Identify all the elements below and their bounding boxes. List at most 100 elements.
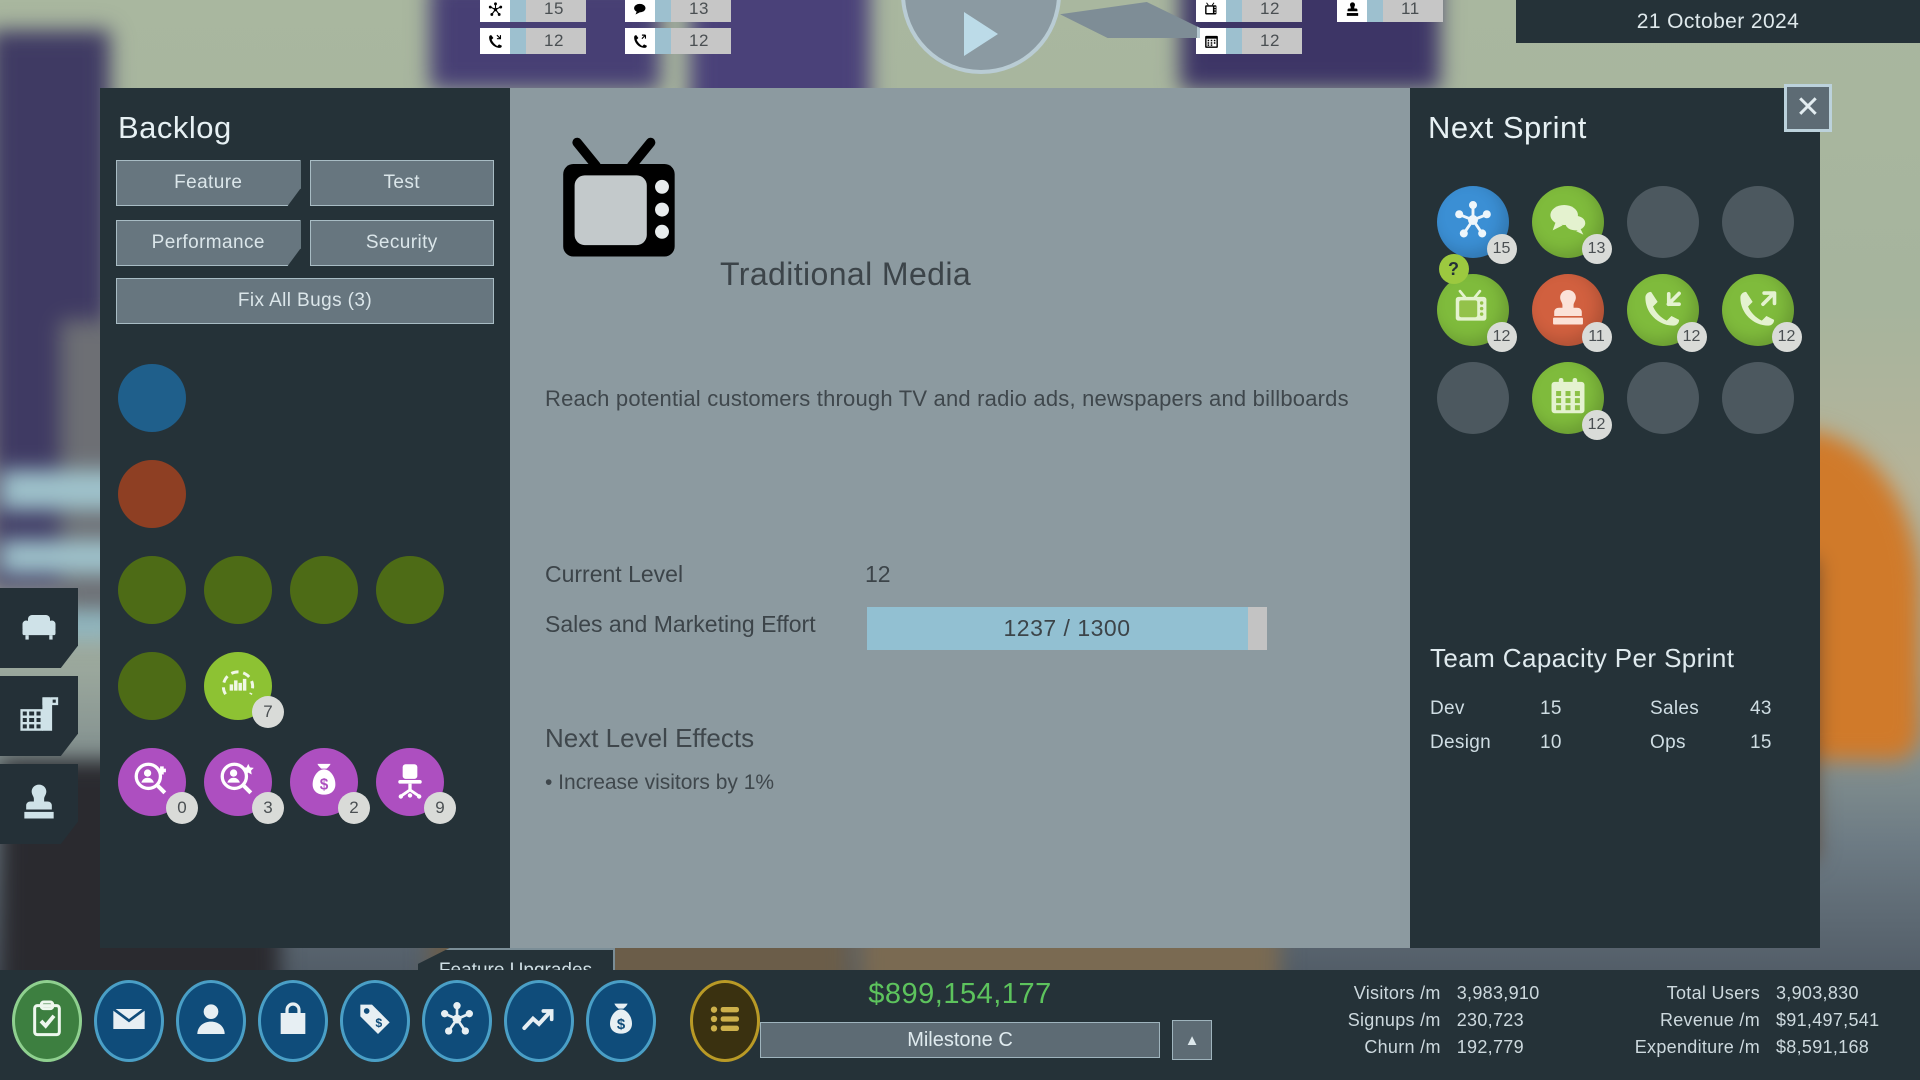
svg-text:$: $ [617, 1016, 626, 1033]
sprint-slot-empty[interactable] [1721, 362, 1794, 434]
sprint-slot-empty[interactable] [1626, 186, 1699, 258]
top-counter-phone-in[interactable]: 12 [480, 28, 586, 54]
counter-value: 13 [671, 0, 731, 22]
capacity-label: Design [1430, 732, 1491, 753]
backlog-item-task[interactable] [118, 652, 186, 720]
sprint-slot-empty[interactable] [1626, 362, 1699, 434]
money-bag-icon: $ [601, 999, 641, 1044]
metric-label: Signups /m [1347, 1010, 1441, 1030]
next-sprint-title: Next Sprint [1428, 110, 1587, 145]
backlog-button-row-3: Fix All Bugs (3) [100, 266, 510, 324]
backlog-row: 7 [118, 652, 510, 728]
speed-indicator[interactable] [1060, 2, 1200, 38]
backlog-row-purple: 0 3 $ 2 9 [118, 748, 510, 824]
chip-accent [510, 28, 526, 54]
top-counter-calendar[interactable]: 12 [1196, 28, 1302, 54]
backlog-item-task[interactable] [290, 556, 358, 624]
capacity-row: Dev 15 Sales 43 [1430, 692, 1800, 726]
item-count-badge: 7 [252, 696, 284, 728]
metric-label: Revenue /m [1659, 1010, 1760, 1030]
team-capacity-section: Team Capacity Per Sprint Dev 15 Sales 43… [1430, 643, 1800, 760]
sprint-slot-grid: 15 13 ? 12 11 12 12 12 [1410, 146, 1820, 440]
top-counter-tv[interactable]: 12 [1196, 0, 1302, 22]
counter-value: 12 [1242, 28, 1302, 54]
effort-progress-text: 1237 / 1300 [1003, 615, 1131, 641]
top-counter-chat[interactable]: 13 [625, 0, 731, 22]
backlog-item-bug[interactable] [118, 460, 186, 528]
fix-all-bugs-button[interactable]: Fix All Bugs (3) [116, 278, 494, 324]
sprint-slot-empty[interactable] [1436, 362, 1509, 434]
shopping-bag-icon [273, 999, 313, 1044]
question-mark-icon: ? [1438, 254, 1469, 284]
milestone-expand-button[interactable]: ▲ [1172, 1020, 1212, 1060]
backlog-item-task[interactable] [118, 556, 186, 624]
metrics-area: Visitors /m 3,983,910 Signups /m 230,723… [1348, 980, 1896, 1061]
stamp-icon [1337, 0, 1367, 22]
sprint-slot-chat[interactable]: 13 [1531, 186, 1612, 264]
top-counter-phone-out[interactable]: 12 [625, 28, 731, 54]
item-count-badge: 9 [424, 792, 456, 824]
backlog-item-workspace[interactable]: 9 [376, 748, 456, 824]
close-icon[interactable]: ✕ [1784, 84, 1832, 132]
counter-value: 15 [526, 0, 586, 22]
backlog-item-task[interactable] [204, 556, 272, 624]
effort-progress-bar: 1237 / 1300 [867, 607, 1267, 650]
staff-tab[interactable] [0, 764, 78, 844]
menu-button[interactable] [690, 980, 760, 1062]
sprint-slot-staff[interactable]: 11 [1531, 274, 1612, 352]
top-counter-staff[interactable]: 11 [1337, 0, 1443, 22]
backlog-item-talent[interactable]: 3 [204, 748, 284, 824]
slot-count-badge: 15 [1486, 234, 1517, 264]
sprint-slot-network[interactable]: 15 [1436, 186, 1517, 264]
backlog-row [118, 460, 510, 528]
lounge-tab[interactable] [0, 588, 78, 668]
products-button[interactable] [258, 980, 328, 1062]
top-counter-network[interactable]: 15 [480, 0, 586, 22]
slot-count-badge: 11 [1581, 322, 1612, 352]
person-stamp-icon [17, 780, 61, 829]
chip-accent [1226, 0, 1242, 22]
chip-accent [655, 0, 671, 22]
counter-value: 11 [1383, 0, 1443, 22]
metric-label: Total Users [1666, 983, 1760, 1003]
milestone-bar[interactable]: Milestone C [760, 1022, 1160, 1058]
capacity-label: Ops [1650, 732, 1686, 753]
sprint-slot-phone-out[interactable]: 12 [1721, 274, 1802, 352]
backlog-item-salary[interactable]: $ 2 [290, 748, 370, 824]
sprint-slot-phone-in[interactable]: 12 [1626, 274, 1707, 352]
add-performance-button[interactable]: Performance [116, 220, 301, 266]
backlog-item-analytics[interactable]: 7 [204, 652, 284, 728]
pricing-button[interactable]: $ [340, 980, 410, 1062]
phone-outgoing-icon [625, 28, 655, 54]
sprint-slot-calendar[interactable]: 12 [1531, 362, 1612, 440]
backlog-button-row-1: Feature Test [100, 146, 510, 206]
sprint-slot-empty[interactable] [1721, 186, 1794, 258]
finance-button[interactable]: $ [586, 980, 656, 1062]
next-level-effects-list: • Increase visitors by 1% [545, 771, 774, 795]
current-level-value: 12 [865, 561, 891, 587]
add-feature-button[interactable]: Feature [116, 160, 301, 206]
sprint-slot-tv[interactable]: ? 12 [1436, 254, 1517, 352]
metric-row: Visitors /m 3,983,910 [1348, 980, 1577, 1007]
office-tab[interactable] [0, 676, 78, 756]
metric-value: 230,723 [1456, 1010, 1524, 1030]
metric-value: $91,497,541 [1776, 1010, 1880, 1030]
backlog-item-recruit[interactable]: 0 [118, 748, 198, 824]
marketing-button[interactable] [422, 980, 492, 1062]
metric-value: 192,779 [1456, 1037, 1524, 1057]
game-date: 21 October 2024 [1516, 0, 1920, 43]
backlog-item-feature[interactable] [118, 364, 186, 432]
add-test-button[interactable]: Test [309, 160, 494, 206]
metric-row: Signups /m 230,723 [1348, 1007, 1577, 1034]
stats-button[interactable] [504, 980, 574, 1062]
mail-button[interactable] [94, 980, 164, 1062]
chip-accent [1367, 0, 1383, 22]
metric-label: Expenditure /m [1634, 1037, 1760, 1057]
staff-button[interactable] [176, 980, 246, 1062]
slot-count-badge: 13 [1581, 234, 1612, 264]
cash-balance: $899,154,177 [868, 978, 1052, 1010]
backlog-item-task[interactable] [376, 556, 444, 624]
phone-incoming-icon [480, 28, 510, 54]
tasks-button[interactable] [12, 980, 82, 1062]
add-security-button[interactable]: Security [309, 220, 494, 266]
